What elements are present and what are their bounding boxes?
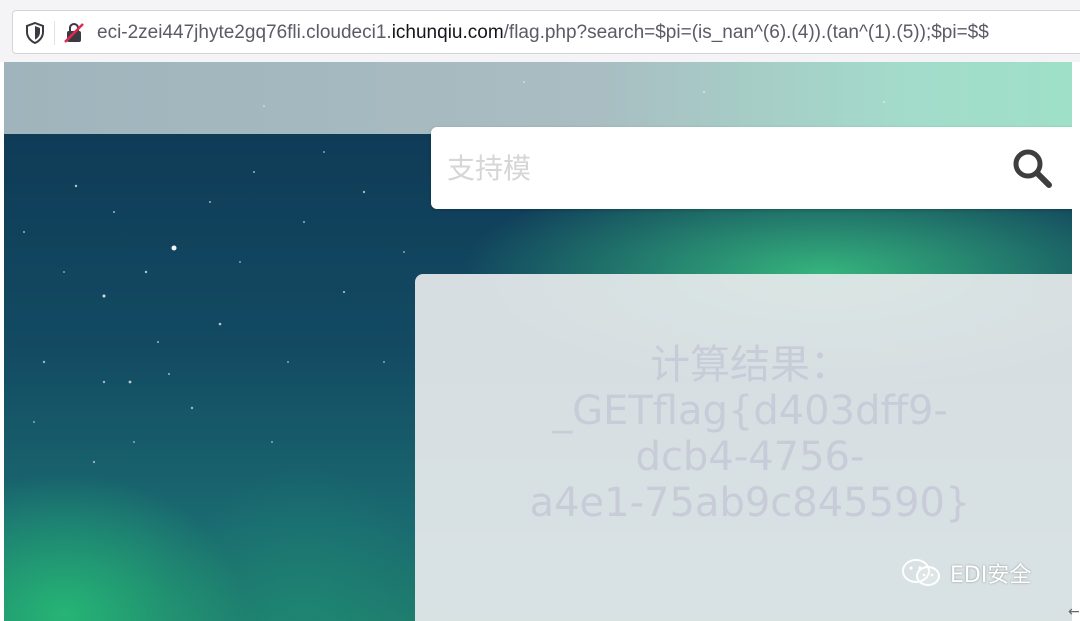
search-box — [431, 127, 1072, 209]
watermark: EDI安全 — [900, 555, 1031, 591]
result-line: a4e1-75ab9c845590} — [529, 480, 971, 526]
shield-icon[interactable] — [25, 22, 45, 44]
address-bar-divider — [54, 21, 55, 45]
web-page: 计算结果： _GETflag{d403dff9- dcb4-4756- a4e1… — [4, 62, 1072, 621]
search-input[interactable] — [445, 143, 989, 193]
result-line: 计算结果： — [650, 342, 850, 388]
insecure-lock-icon[interactable] — [63, 22, 85, 44]
wechat-icon — [902, 559, 940, 586]
browser-toolbar: eci-2zei447jhyte2gq76fli.cloudeci1.ichun… — [0, 0, 1080, 62]
url-suffix: /flag.php?search=$pi=(is_nan^(6).(4)).(t… — [503, 22, 989, 43]
result-line: _GETflag{d403dff9- — [552, 388, 948, 434]
result-line: dcb4-4756- — [635, 434, 865, 480]
calculation-result: 计算结果： _GETflag{d403dff9- dcb4-4756- a4e1… — [425, 342, 1072, 526]
url-domain: ichunqiu.com — [391, 22, 504, 43]
url-text[interactable]: eci-2zei447jhyte2gq76fli.cloudeci1.ichun… — [97, 20, 989, 46]
url-prefix: eci-2zei447jhyte2gq76fli.cloudeci1. — [97, 22, 392, 43]
search-icon[interactable] — [1011, 147, 1053, 189]
address-bar[interactable]: eci-2zei447jhyte2gq76fli.cloudeci1.ichun… — [12, 10, 1080, 54]
scroll-left-arrow[interactable]: ← — [1068, 604, 1080, 620]
watermark-text: EDI安全 — [950, 563, 1032, 588]
